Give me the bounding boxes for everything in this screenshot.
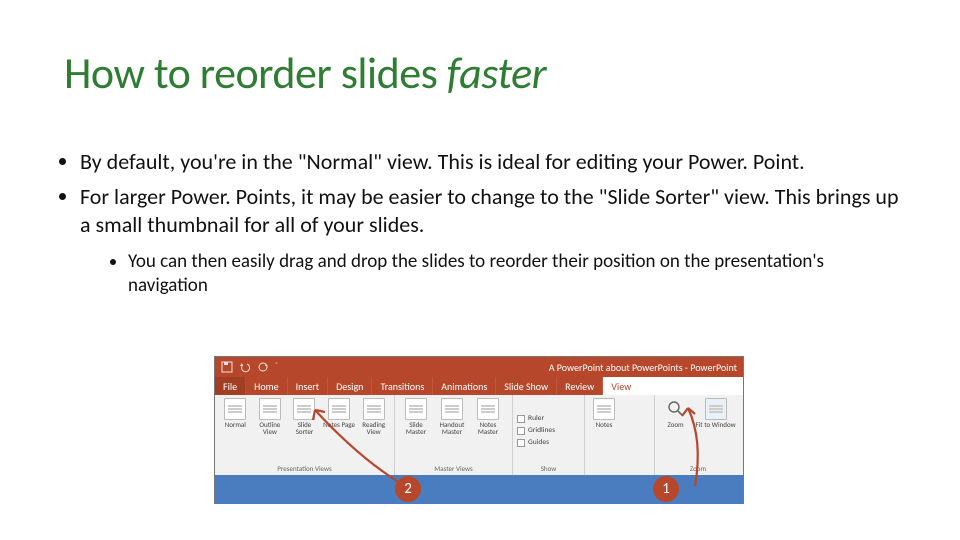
outline-view-button[interactable]: Outline View: [254, 398, 287, 463]
group-label: Master Views: [399, 464, 508, 473]
ribbon-tabs: File Home Insert Design Transitions Anim…: [215, 377, 743, 395]
powerpoint-ribbon-screenshot: ⁼ A PowerPoint about PowerPoints - Power…: [214, 356, 744, 504]
normal-view-button[interactable]: Normal: [219, 398, 252, 463]
spacer-group: Notes: [585, 395, 655, 475]
fit-to-window-button[interactable]: Fit to Window: [694, 398, 737, 463]
reading-view-button[interactable]: Reading View: [357, 398, 390, 463]
tab-animations[interactable]: Animations: [433, 377, 496, 395]
slide-area: 1 2: [215, 475, 743, 504]
group-label: Presentation Views: [219, 464, 390, 473]
window-title: A PowerPoint about PowerPoints - PowerPo…: [549, 361, 737, 374]
tab-insert[interactable]: Insert: [288, 377, 329, 395]
slide-master-button[interactable]: Slide Master: [399, 398, 433, 463]
bullet-list: By default, you're in the "Normal" view.…: [64, 148, 904, 305]
guides-checkbox[interactable]: Guides: [517, 438, 580, 447]
handout-master-button[interactable]: Handout Master: [435, 398, 469, 463]
slide-sorter-button[interactable]: Slide Sorter: [288, 398, 321, 463]
title-emphasis: faster: [447, 46, 547, 100]
bullet-2a: You can then easily drag and drop the sl…: [128, 250, 904, 299]
notes-page-button[interactable]: Notes Page: [323, 398, 356, 463]
title-bar: ⁼ A PowerPoint about PowerPoints - Power…: [215, 357, 743, 377]
bullet-1: By default, you're in the "Normal" view.…: [80, 148, 904, 177]
group-label: Show: [517, 464, 580, 473]
qat-customize-icon[interactable]: ⁼: [275, 361, 278, 373]
tab-home[interactable]: Home: [246, 377, 287, 395]
notes-master-button[interactable]: Notes Master: [471, 398, 505, 463]
slide-title: How to reorder slides faster: [64, 46, 546, 100]
step-marker-2: 2: [395, 476, 421, 502]
group-presentation-views: Normal Outline View Slide Sorter Notes P…: [215, 395, 395, 475]
title-prefix: How to reorder slides: [64, 46, 447, 100]
magnifier-icon: [667, 400, 685, 418]
tab-slideshow[interactable]: Slide Show: [496, 377, 557, 395]
group-show: Ruler Gridlines Guides Show: [513, 395, 585, 475]
quick-access-toolbar: ⁼: [221, 361, 278, 373]
ruler-checkbox[interactable]: Ruler: [517, 414, 580, 423]
tab-view[interactable]: View: [603, 377, 640, 395]
tab-design[interactable]: Design: [328, 377, 372, 395]
group-zoom: Zoom Fit to Window Zoom: [655, 395, 741, 475]
step-marker-1: 1: [653, 476, 679, 502]
bullet-2: For larger Power. Points, it may be easi…: [80, 183, 904, 300]
tab-transitions[interactable]: Transitions: [372, 377, 433, 395]
notes-button[interactable]: Notes: [589, 398, 619, 463]
gridlines-checkbox[interactable]: Gridlines: [517, 426, 580, 435]
redo-icon[interactable]: [257, 361, 269, 373]
group-master-views: Slide Master Handout Master Notes Master…: [395, 395, 513, 475]
tab-file[interactable]: File: [215, 377, 246, 395]
tab-review[interactable]: Review: [557, 377, 603, 395]
zoom-button[interactable]: Zoom: [659, 398, 692, 463]
undo-icon[interactable]: [239, 361, 251, 373]
group-label: Zoom: [659, 464, 737, 473]
save-icon[interactable]: [221, 361, 233, 373]
ribbon-body: Normal Outline View Slide Sorter Notes P…: [215, 395, 743, 475]
